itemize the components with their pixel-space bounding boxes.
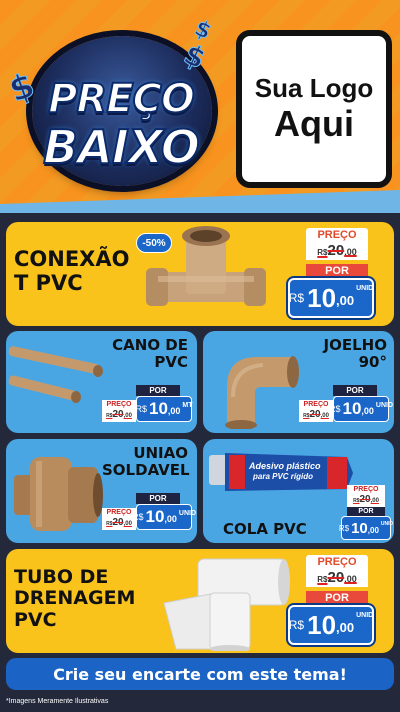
tube-label-line1: Adesivo plástico	[248, 461, 321, 471]
price-block: POR PREÇO R$20,00 R$ 10,00 MT	[102, 385, 193, 422]
product-card-cola[interactable]: Adesivo plástico para PVC rígido COLA PV…	[203, 439, 394, 543]
price-label: PREÇO	[102, 400, 136, 409]
cta-banner[interactable]: Crie seu encarte com este tema!	[6, 658, 394, 690]
elbow-fitting-image	[225, 356, 299, 429]
product-card-joelho[interactable]: JOELHO 90° POR PREÇO R$20,00 R$ 10,00 UNID	[203, 331, 394, 433]
logo-placeholder[interactable]: Sua Logo Aqui	[236, 30, 392, 188]
product-card-tubo[interactable]: TUBO DE DRENAGEM PVC PREÇO R$20,00 POR R…	[6, 549, 394, 653]
old-price: R$20,00	[299, 409, 333, 422]
price-block: POR PREÇO R$20,00 R$ 10,00 UNID	[299, 385, 393, 422]
drain-tee-image	[163, 558, 290, 651]
current-price: R$ 10,00 UNID	[339, 516, 393, 540]
old-price: R$20,00	[102, 409, 136, 422]
por-label: POR	[136, 493, 180, 504]
union-fitting-image	[14, 457, 103, 531]
product-card-conexao[interactable]: CONEXÃO T PVC PREÇO R$20,00 POR R$ 10,00 U…	[6, 222, 394, 326]
current-price: R$ 10,00 UNID	[288, 278, 374, 318]
disclaimer-text: *Imagens Meramente Ilustrativas	[6, 698, 109, 705]
tube-label-line2: para PVC rígido	[252, 472, 313, 481]
por-label: POR	[306, 591, 368, 605]
price-label: PREÇO	[299, 400, 333, 409]
product-title: TUBO DE DRENAGEM PVC	[14, 566, 136, 631]
price-label: PREÇO	[102, 508, 136, 517]
old-price: R$20,00	[347, 494, 385, 507]
pvc-pipe-image	[8, 346, 103, 403]
por-label: POR	[136, 385, 180, 396]
product-title: COLA PVC	[223, 520, 307, 538]
preco-baixo-badge: $ $ $ PREÇO BAIXO	[3, 15, 232, 203]
por-label: POR	[347, 507, 385, 516]
current-price: R$ 10,00 UNID	[288, 605, 374, 645]
discount-badge: -50%	[136, 233, 172, 253]
header-banner: $ $ $ PREÇO BAIXO Sua Logo Aqui	[0, 0, 400, 215]
logo-text-line1: Sua Logo	[254, 73, 374, 104]
product-title: UNIAO SOLDAVEL	[102, 444, 190, 479]
product-card-uniao[interactable]: UNIAO SOLDAVEL POR PREÇO R$20,00 R$ 10,00…	[6, 439, 197, 543]
current-price: R$ 10,00 MT	[135, 396, 193, 422]
price-label: PREÇO	[347, 485, 385, 494]
old-price: R$20,00	[306, 242, 368, 260]
badge-title-line1: PREÇO	[47, 75, 196, 123]
current-price: R$ 10,00 UNID	[329, 396, 393, 422]
dollar-icon: $	[178, 37, 211, 76]
product-title: CANO DE PVC	[112, 336, 188, 371]
current-price: R$ 10,00 UNID	[132, 504, 196, 530]
logo-text-line2: Aqui	[274, 103, 354, 145]
old-price: R$20,00	[102, 517, 136, 530]
price-block: PREÇO R$20,00 POR R$ 10,00 UNID	[288, 228, 374, 318]
price-label: PREÇO	[306, 555, 368, 569]
price-block: PREÇO R$20,00 POR R$ 10,00 UNID	[339, 485, 393, 540]
price-label: PREÇO	[306, 228, 368, 242]
price-block: PREÇO R$20,00 POR R$ 10,00 UNID	[288, 555, 374, 645]
product-title: JOELHO 90°	[323, 336, 387, 371]
por-label: POR	[333, 385, 377, 396]
dollar-icon: $	[190, 15, 215, 46]
por-label: POR	[306, 264, 368, 278]
price-block: POR PREÇO R$20,00 R$ 10,00 UNID	[102, 493, 196, 530]
old-price: R$20,00	[306, 569, 368, 587]
badge-title-line2: BAIXO	[42, 119, 201, 175]
product-title: CONEXÃO T PVC	[14, 247, 130, 295]
glue-tube-image: Adesivo plástico para PVC rígido	[209, 453, 353, 491]
product-card-cano[interactable]: CANO DE PVC POR PREÇO R$20,00 R$ 10,00 MT	[6, 331, 197, 433]
